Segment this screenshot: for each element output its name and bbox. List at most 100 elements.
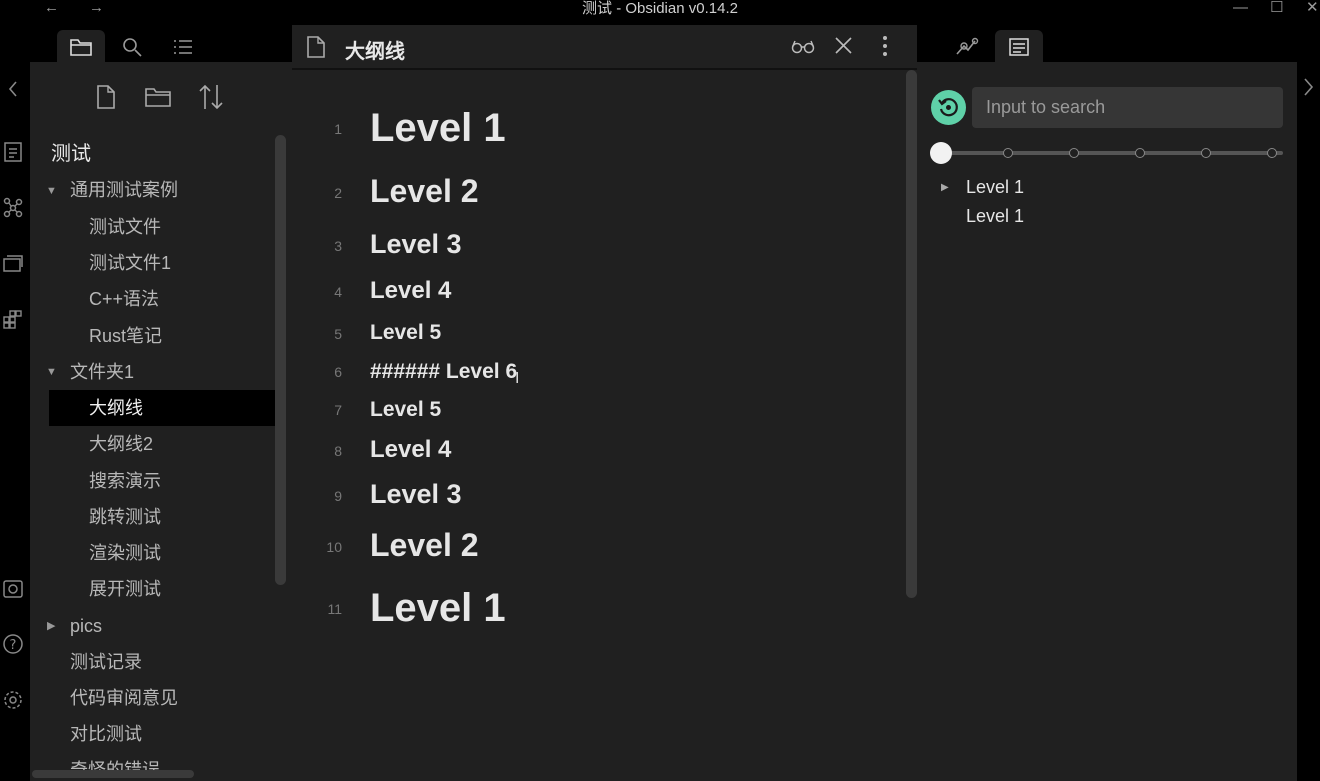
file-tree-horizontal-scrollbar[interactable] [32, 770, 194, 778]
tree-file[interactable]: 测试文件 [89, 209, 161, 245]
refresh-icon [938, 98, 958, 117]
vault-icon[interactable] [1, 577, 25, 601]
tree-file[interactable]: 大纲线2 [89, 426, 153, 462]
tab-outline-list[interactable] [159, 30, 207, 64]
tree-file[interactable]: C++语法 [89, 281, 159, 317]
tree-file[interactable]: 渲染测试 [89, 535, 161, 571]
outline-doc-icon [1009, 38, 1029, 56]
outline-item[interactable]: Level 1 [966, 206, 1024, 227]
tree-file-active[interactable]: 大纲线 [49, 390, 275, 426]
line-number: 6 [334, 364, 342, 380]
window-title: 测试 - Obsidian v0.14.2 [582, 0, 738, 17]
tree-file[interactable]: 代码审阅意见 [70, 680, 178, 716]
caret-right-icon[interactable]: ▶ [47, 619, 55, 632]
line-number: 2 [334, 185, 342, 201]
tab-backlinks[interactable] [943, 30, 991, 64]
line-number: 4 [334, 284, 342, 300]
line-number: 3 [334, 238, 342, 254]
tree-file[interactable]: 搜索演示 [89, 463, 161, 499]
editor-scrollbar[interactable] [906, 70, 917, 598]
maximize-icon[interactable]: ☐ [1270, 0, 1283, 16]
tree-file[interactable]: Rust笔记 [89, 318, 162, 354]
svg-text:?: ? [10, 638, 17, 653]
quick-switcher-icon[interactable] [1, 140, 25, 164]
heading-level-slider-knob[interactable] [930, 142, 952, 164]
outline-item[interactable]: Level 1 [966, 177, 1024, 198]
tree-file[interactable]: 奇怪的错误 [70, 752, 160, 772]
heading-line[interactable]: Level 2 [370, 173, 479, 210]
sort-icon [199, 84, 223, 110]
tab-outline[interactable] [995, 30, 1043, 64]
heading-line[interactable]: Level 4 [370, 436, 451, 464]
slider-step-dot[interactable] [1201, 148, 1211, 158]
close-window-icon[interactable]: ✕ [1306, 0, 1319, 16]
file-tree-scrollbar[interactable] [275, 135, 286, 585]
title-bar: ← → 测试 - Obsidian v0.14.2 — ☐ ✕ [0, 0, 1320, 20]
tree-folder[interactable]: 通用测试案例 [70, 172, 178, 208]
tab-file-explorer[interactable] [57, 30, 105, 64]
tree-file[interactable]: 展开测试 [89, 571, 161, 607]
outline-search-input[interactable] [972, 87, 1283, 128]
close-pane-icon[interactable] [831, 34, 857, 58]
reading-mode-glasses-icon[interactable] [790, 34, 816, 58]
caret-down-icon[interactable]: ▼ [46, 185, 57, 197]
heading-line[interactable]: Level 3 [370, 229, 462, 260]
help-icon[interactable]: ? [1, 632, 25, 656]
slides-icon[interactable] [1, 251, 25, 275]
tree-folder[interactable]: 文件夹1 [70, 354, 134, 390]
heading-line[interactable]: Level 1 [370, 106, 506, 151]
slider-step-dot[interactable] [1267, 148, 1277, 158]
outline-panel [917, 62, 1297, 781]
tree-file[interactable]: 测试记录 [70, 644, 142, 680]
new-folder-icon [145, 88, 171, 107]
right-edge-strip [1297, 20, 1320, 781]
plugins-grid-icon[interactable] [1, 306, 25, 330]
minimize-icon[interactable]: — [1233, 0, 1248, 16]
graph-view-icon[interactable] [1, 195, 25, 219]
settings-gear-icon[interactable] [1, 688, 25, 712]
heading-line[interactable]: Level 2 [370, 527, 479, 564]
folder-icon [70, 39, 92, 56]
line-number: 1 [334, 121, 342, 137]
tree-folder[interactable]: pics [70, 608, 102, 644]
more-options-icon[interactable] [872, 34, 898, 58]
heading-line[interactable]: Level 3 [370, 479, 462, 510]
editor-header: 大纲线 [292, 25, 917, 70]
heading-line[interactable]: ###### Level 6 [370, 360, 517, 384]
line-number: 9 [334, 488, 342, 504]
line-number: 7 [334, 402, 342, 418]
new-folder-button[interactable] [143, 82, 173, 112]
outline-reset-button[interactable] [931, 90, 966, 125]
vault-root-label[interactable]: 测试 [51, 136, 91, 172]
list-icon [174, 40, 192, 54]
tab-search[interactable] [108, 30, 156, 64]
tree-file[interactable]: 跳转测试 [89, 499, 161, 535]
tree-file[interactable]: 测试文件1 [89, 245, 171, 281]
slider-step-dot[interactable] [1135, 148, 1145, 158]
sort-button[interactable] [196, 82, 226, 112]
search-icon [123, 38, 142, 57]
caret-down-icon[interactable]: ▼ [46, 366, 57, 378]
line-number: 8 [334, 443, 342, 459]
heading-line[interactable]: Level 1 [370, 586, 506, 631]
tree-file[interactable]: 对比测试 [70, 716, 142, 752]
new-file-icon [97, 85, 115, 109]
line-number: 11 [327, 601, 342, 617]
slider-step-dot[interactable] [1069, 148, 1079, 158]
heading-line[interactable]: Level 5 [370, 398, 441, 422]
collapse-caret-right-icon[interactable]: ▶ [941, 182, 949, 193]
heading-line[interactable]: Level 4 [370, 277, 451, 305]
editor-file-title[interactable]: 大纲线 [345, 35, 405, 64]
new-note-button[interactable] [91, 82, 121, 112]
collapse-right-icon[interactable] [1301, 75, 1317, 99]
left-ribbon: ? [0, 20, 30, 781]
collapse-left-icon[interactable] [1, 77, 25, 101]
text-cursor-icon: I [515, 370, 520, 387]
heading-line[interactable]: Level 5 [370, 321, 441, 345]
link-hand-icon [956, 37, 979, 55]
line-number: 10 [326, 539, 342, 555]
file-icon [307, 36, 325, 58]
line-number: 5 [334, 326, 342, 342]
heading-level-slider-track[interactable] [938, 151, 1283, 155]
slider-step-dot[interactable] [1003, 148, 1013, 158]
